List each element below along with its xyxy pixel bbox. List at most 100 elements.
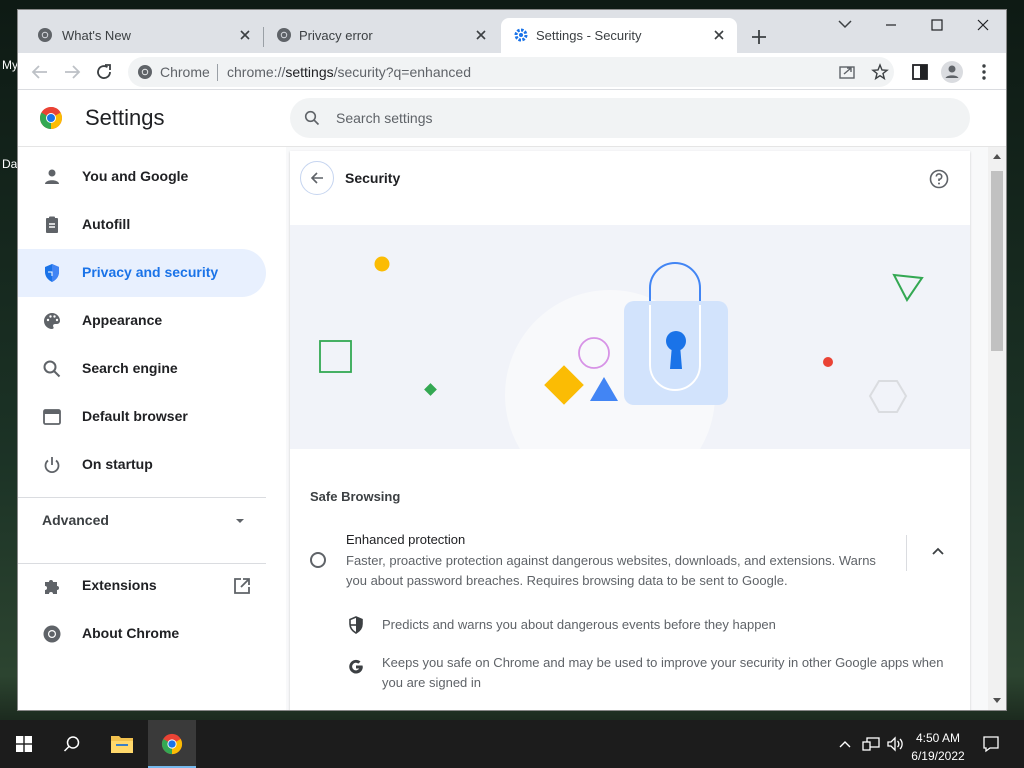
desktop-icon-label[interactable]: My [2, 58, 18, 72]
sidebar-item-you-and-google[interactable]: You and Google [18, 153, 266, 201]
desktop-icon-label[interactable]: Da [2, 157, 17, 171]
clock-date[interactable]: 6/19/2022 [905, 749, 971, 763]
settings-title: Settings [85, 105, 165, 130]
search-input[interactable] [336, 98, 936, 138]
clock-time[interactable]: 4:50 AM [905, 731, 971, 745]
share-icon[interactable] [838, 63, 856, 81]
close-icon[interactable] [237, 27, 253, 43]
url-text: chrome://settings/security?q=enhanced [227, 64, 471, 80]
search-settings-box[interactable] [290, 98, 970, 138]
tab-strip: What's New Privacy error Settings - Secu… [18, 10, 1006, 53]
power-icon [44, 457, 60, 474]
expand-less-icon[interactable] [926, 540, 950, 564]
more-vert-icon[interactable] [972, 60, 996, 84]
chrome-icon [138, 65, 152, 79]
tab-privacy-error[interactable]: Privacy error [264, 18, 499, 53]
tab-search-chevron-icon[interactable] [822, 10, 868, 40]
url-path: /security?q=enhanced [333, 64, 471, 80]
minimize-icon[interactable] [868, 10, 914, 40]
scrollbar-thumb[interactable] [991, 171, 1003, 351]
close-icon[interactable] [711, 27, 727, 43]
google-g-icon [349, 659, 363, 674]
reload-icon[interactable] [92, 60, 116, 84]
sidebar-item-on-startup[interactable]: On startup [18, 441, 266, 489]
network-icon[interactable] [862, 736, 880, 752]
shield-icon [45, 264, 59, 282]
tab-title: What's New [62, 28, 131, 43]
page-title: Security [345, 170, 401, 186]
enhanced-protection-description: Faster, proactive protection against dan… [346, 553, 876, 588]
windows-taskbar: 4:50 AM 6/19/2022 [0, 720, 1024, 768]
search-icon [304, 110, 320, 126]
chrome-logo-icon [40, 107, 62, 129]
maximize-icon[interactable] [914, 10, 960, 40]
back-button[interactable] [300, 161, 334, 195]
sidebar-item-label: You and Google [82, 168, 189, 184]
url-host: settings [285, 64, 334, 80]
side-panel-icon[interactable] [908, 60, 932, 84]
chrome-logo-icon [161, 733, 183, 755]
person-icon [45, 169, 59, 184]
enhanced-protection-radio[interactable] [310, 552, 326, 568]
lock-illustration [319, 256, 924, 500]
tray-chevron-up-icon[interactable] [838, 738, 852, 750]
close-icon[interactable] [473, 27, 489, 43]
globe-icon [277, 28, 291, 42]
origin-separator [217, 64, 218, 81]
taskbar-chrome[interactable] [148, 720, 196, 768]
sidebar-item-label: Appearance [82, 312, 163, 328]
feature-text: Keeps you safe on Chrome and may be used… [382, 655, 944, 690]
tab-whats-new[interactable]: What's New [18, 18, 263, 53]
sidebar-item-appearance[interactable]: Appearance [18, 297, 266, 345]
tab-settings-security[interactable]: Settings - Security [501, 18, 737, 53]
windows-logo-icon [16, 736, 32, 752]
back-arrow-icon[interactable] [28, 60, 52, 84]
volume-icon[interactable] [886, 736, 904, 752]
window-close-icon[interactable] [960, 10, 1006, 40]
feature-text: Predicts and warns you about dangerous e… [382, 617, 776, 632]
address-bar[interactable]: Chrome chrome://settings/security?q=enha… [128, 57, 894, 87]
arrow-back-icon [310, 172, 323, 184]
clipboard-icon [46, 216, 58, 233]
start-button[interactable] [0, 720, 48, 768]
taskbar-search-button[interactable] [48, 720, 96, 768]
sidebar-item-label: About Chrome [82, 625, 180, 641]
puzzle-icon [45, 580, 59, 594]
scroll-down-arrow-icon[interactable] [993, 698, 1001, 704]
gear-icon [514, 28, 528, 42]
sidebar-item-label: On startup [82, 456, 153, 472]
sidebar-item-autofill[interactable]: Autofill [18, 201, 266, 249]
sidebar-item-search-engine[interactable]: Search engine [18, 345, 266, 393]
sidebar-item-label: Default browser [82, 408, 188, 424]
sidebar-item-label: Privacy and security [82, 264, 219, 280]
folder-icon [111, 736, 133, 753]
help-icon[interactable] [928, 168, 950, 190]
search-icon [63, 736, 80, 752]
sidebar-item-about-chrome[interactable]: About Chrome [18, 610, 266, 658]
sidebar-item-extensions[interactable]: Extensions [18, 562, 266, 610]
forward-arrow-icon[interactable] [60, 60, 84, 84]
tab-title: Privacy error [299, 28, 373, 43]
security-illustration [290, 225, 970, 500]
new-tab-icon[interactable] [748, 26, 770, 48]
settings-sidebar: You and Google Autofill Privacy and secu… [18, 147, 286, 710]
origin-chip: Chrome [160, 64, 210, 80]
profile-avatar-icon[interactable] [940, 60, 964, 84]
advanced-label: Advanced [42, 512, 109, 528]
notifications-icon[interactable] [982, 735, 1000, 753]
sidebar-item-privacy-and-security[interactable]: Privacy and security [18, 249, 266, 297]
chrome-icon [38, 28, 52, 42]
security-card: Security Safe Browsing Enhanced protecti… [290, 151, 970, 710]
sidebar-advanced-toggle[interactable]: Advanced [18, 497, 266, 545]
content-scrollbar[interactable] [988, 147, 1006, 710]
settings-header: Settings [18, 90, 1006, 147]
settings-content: Security Safe Browsing Enhanced protecti… [286, 147, 1006, 710]
taskbar-file-explorer[interactable] [98, 720, 146, 768]
sidebar-item-default-browser[interactable]: Default browser [18, 393, 266, 441]
url-scheme: chrome:// [227, 64, 286, 80]
chrome-window: What's New Privacy error Settings - Secu… [18, 10, 1006, 710]
bookmark-star-icon[interactable] [871, 63, 889, 81]
chrome-icon [43, 625, 61, 643]
scroll-up-arrow-icon[interactable] [993, 153, 1001, 159]
palette-icon [44, 313, 60, 329]
